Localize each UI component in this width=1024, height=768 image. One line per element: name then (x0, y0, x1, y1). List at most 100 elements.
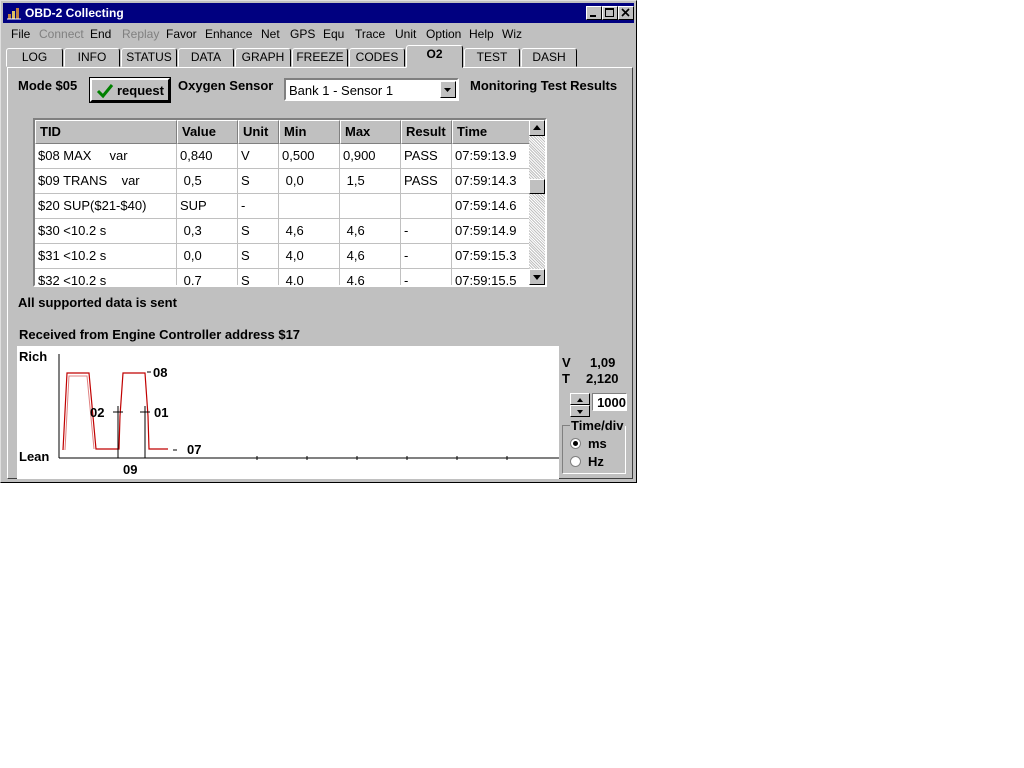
cell-result (401, 194, 452, 219)
radio-hz-label[interactable]: Hz (588, 454, 604, 469)
tab-log[interactable]: LOG (6, 48, 63, 67)
cell-unit: V (238, 144, 279, 169)
cell-min (279, 194, 340, 219)
table-scrollbar[interactable] (529, 120, 545, 285)
menu-wiz[interactable]: Wiz (502, 27, 522, 41)
cell-tid: $30 <10.2 s (35, 219, 177, 244)
spin-down-button[interactable] (570, 405, 590, 417)
cell-unit: S (238, 219, 279, 244)
tab-test[interactable]: TEST (464, 48, 520, 67)
scroll-up-button[interactable] (529, 120, 545, 136)
tab-data[interactable]: DATA (178, 48, 234, 67)
chevron-down-icon (444, 88, 451, 92)
tab-graph[interactable]: GRAPH (235, 48, 291, 67)
cell-value: SUP (177, 194, 238, 219)
menu-help[interactable]: Help (469, 27, 494, 41)
col-max[interactable]: Max (340, 120, 401, 144)
scroll-thumb[interactable] (529, 179, 545, 194)
tab-dash[interactable]: DASH (521, 48, 577, 67)
timebase-value[interactable]: 1000 (592, 393, 627, 411)
t-label: T (562, 371, 570, 386)
cell-result: PASS (401, 169, 452, 194)
maximize-button[interactable] (602, 6, 618, 20)
menu-net[interactable]: Net (261, 27, 280, 41)
arrow-up-icon (533, 125, 541, 130)
col-result[interactable]: Result (401, 120, 452, 144)
cell-time: 07:59:14.3 (452, 169, 531, 194)
timediv-label: Time/div (570, 418, 625, 433)
menu-enhance[interactable]: Enhance (205, 27, 252, 41)
cell-result: - (401, 244, 452, 269)
timediv-group: Time/div ms Hz (562, 418, 626, 474)
cell-value: 0,3 (177, 219, 238, 244)
col-time[interactable]: Time (452, 120, 531, 144)
menu-option[interactable]: Option (426, 27, 461, 41)
close-icon (621, 8, 630, 17)
col-value[interactable]: Value (177, 120, 238, 144)
tab-o2[interactable]: O2 (406, 45, 463, 68)
cell-max: 4,6 (340, 219, 401, 244)
tab-freeze[interactable]: FREEZE (292, 48, 348, 67)
menu-equ[interactable]: Equ (323, 27, 344, 41)
col-unit[interactable]: Unit (238, 120, 279, 144)
window-title: OBD-2 Collecting (25, 6, 124, 20)
cell-min: 0,0 (279, 169, 340, 194)
menu-replay: Replay (122, 27, 160, 41)
table-row[interactable]: $32 <10.2 s 0,7 S 4,0 4,6 - 07:59:15.5 (35, 269, 531, 285)
cell-max: 1,5 (340, 169, 401, 194)
v-value: 1,09 (590, 355, 616, 370)
cell-result: - (401, 269, 452, 285)
table-row[interactable]: $09 TRANS var 0,5 S 0,0 1,5 PASS 07:59:1… (35, 169, 531, 194)
request-label: request (117, 83, 164, 98)
table-row[interactable]: $30 <10.2 s 0,3 S 4,6 4,6 - 07:59:14.9 (35, 219, 531, 244)
cell-time: 07:59:15.5 (452, 269, 531, 285)
scroll-down-button[interactable] (529, 269, 545, 285)
close-button[interactable] (618, 6, 634, 20)
minimize-button[interactable] (586, 6, 602, 20)
spin-up-button[interactable] (570, 393, 590, 405)
cell-max (340, 194, 401, 219)
marker-07: 07 (187, 442, 202, 457)
menu-unit[interactable]: Unit (395, 27, 416, 41)
col-tid[interactable]: TID (35, 120, 177, 144)
table-row[interactable]: $08 MAX var 0,840 V 0,500 0,900 PASS 07:… (35, 144, 531, 169)
cell-unit: S (238, 269, 279, 285)
menu-connect: Connect (39, 27, 84, 41)
dropdown-arrow-button[interactable] (440, 81, 456, 98)
cell-time: 07:59:14.6 (452, 194, 531, 219)
status-text: All supported data is sent (18, 295, 177, 310)
table-row[interactable]: $20 SUP($21-$40) SUP - 07:59:14.6 (35, 194, 531, 219)
tab-codes[interactable]: CODES (349, 48, 405, 67)
marker-02: 02 (90, 405, 105, 420)
title-bar[interactable]: OBD-2 Collecting (3, 3, 634, 23)
lean-label: Lean (19, 449, 50, 464)
app-icon (7, 8, 21, 20)
sensor-select-value: Bank 1 - Sensor 1 (289, 83, 394, 98)
radio-ms-label[interactable]: ms (588, 436, 607, 451)
cell-tid: $31 <10.2 s (35, 244, 177, 269)
menu-trace[interactable]: Trace (355, 27, 385, 41)
menu-end[interactable]: End (90, 27, 111, 41)
sensor-select[interactable]: Bank 1 - Sensor 1 (284, 78, 459, 101)
request-button[interactable]: request (89, 77, 171, 103)
table-row[interactable]: $31 <10.2 s 0,0 S 4,0 4,6 - 07:59:15.3 (35, 244, 531, 269)
arrow-down-icon (533, 275, 541, 280)
cell-result: - (401, 219, 452, 244)
menu-file[interactable]: File (11, 27, 30, 41)
cell-max: 4,6 (340, 244, 401, 269)
timebase-spinner[interactable] (570, 393, 590, 418)
radio-ms[interactable] (570, 438, 581, 449)
menu-gps[interactable]: GPS (290, 27, 315, 41)
marker-09: 09 (123, 462, 138, 477)
cell-time: 07:59:15.3 (452, 244, 531, 269)
col-min[interactable]: Min (279, 120, 340, 144)
cell-result: PASS (401, 144, 452, 169)
cell-value: 0,0 (177, 244, 238, 269)
results-table: TID Value Unit Min Max Result Time $08 M… (33, 118, 547, 287)
radio-hz[interactable] (570, 456, 581, 467)
tab-status[interactable]: STATUS (121, 48, 177, 67)
tab-info[interactable]: INFO (64, 48, 120, 67)
marker-01: 01 (154, 405, 169, 420)
cell-tid: $20 SUP($21-$40) (35, 194, 177, 219)
menu-favor[interactable]: Favor (166, 27, 197, 41)
